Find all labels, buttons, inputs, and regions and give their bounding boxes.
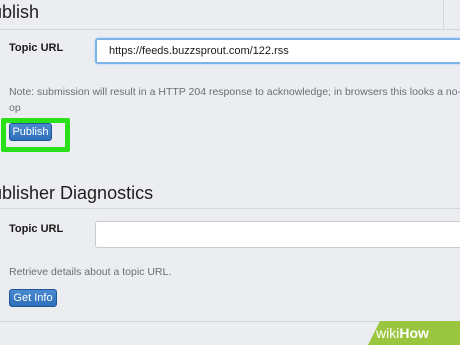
diagnostics-topic-url-input[interactable] xyxy=(95,221,460,248)
panel-border xyxy=(443,0,444,29)
section-divider xyxy=(0,29,460,30)
publish-heading: ublish xyxy=(0,2,40,22)
topic-url-label: Topic URL xyxy=(9,42,64,54)
publish-button[interactable]: Publish xyxy=(9,123,52,141)
publish-note: Note: submission will result in a HTTP 2… xyxy=(9,86,460,114)
wikihow-watermark: wiki How xyxy=(368,321,460,345)
watermark-suffix: How xyxy=(399,325,429,341)
get-info-button[interactable]: Get Info xyxy=(9,289,57,307)
diagnostics-note: Retrieve details about a topic URL. xyxy=(9,266,172,278)
topic-url-input[interactable] xyxy=(95,38,460,64)
watermark-prefix: wiki xyxy=(376,325,400,341)
section-divider xyxy=(0,208,460,209)
diagnostics-heading: ublisher Diagnostics xyxy=(0,183,154,203)
diagnostics-topic-url-label: Topic URL xyxy=(9,223,64,235)
